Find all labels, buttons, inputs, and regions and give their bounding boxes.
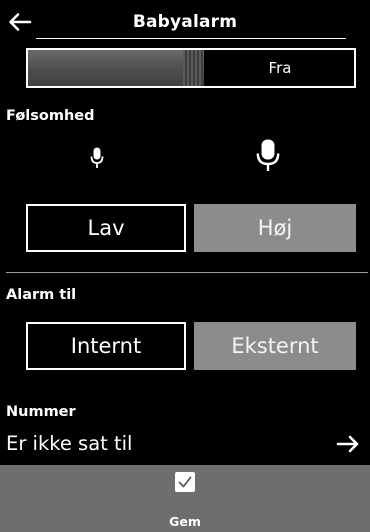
alarm-to-label: Alarm til	[6, 287, 77, 303]
alarm-external-button[interactable]: Eksternt	[194, 322, 356, 370]
section-divider	[6, 272, 368, 273]
microphone-small-icon	[90, 147, 104, 168]
save-button-label[interactable]: Gem	[0, 514, 370, 529]
checkmark-icon[interactable]	[175, 472, 195, 492]
sensitivity-label: Følsomhed	[6, 108, 95, 124]
toggle-state-label: Fra	[268, 59, 292, 77]
toggle-knob[interactable]	[28, 50, 204, 86]
title-underline	[36, 38, 346, 39]
alarm-internal-button[interactable]: Internt	[26, 322, 186, 370]
page-title: Babyalarm	[132, 12, 238, 32]
number-value[interactable]: Er ikke sat til	[6, 432, 132, 455]
forward-arrow-icon[interactable]	[336, 433, 360, 455]
number-label: Nummer	[6, 404, 76, 420]
sensitivity-low-button[interactable]: Lav	[26, 204, 186, 252]
toggle-knob-grip	[183, 50, 203, 86]
sensitivity-high-button[interactable]: Høj	[194, 204, 356, 252]
microphone-large-icon	[256, 139, 280, 171]
